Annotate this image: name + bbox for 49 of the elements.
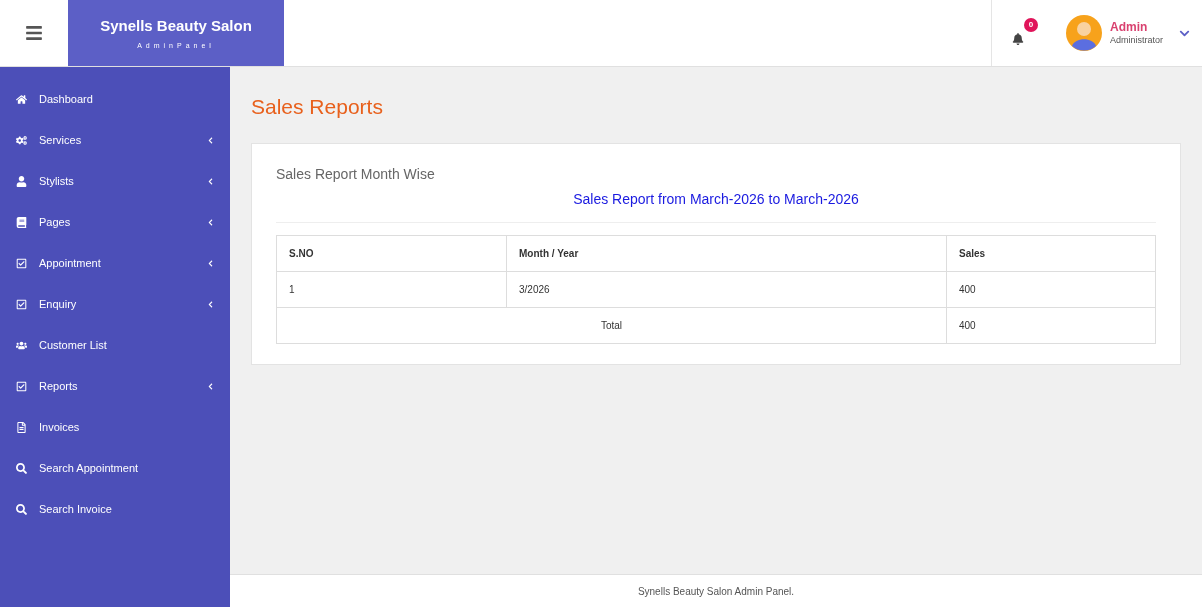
chevron-left-icon	[207, 301, 214, 308]
avatar-icon	[1066, 15, 1102, 51]
search-icon	[16, 463, 27, 474]
chevron-left-icon	[207, 260, 214, 267]
notification-count: 0	[1024, 18, 1038, 32]
chevron-left-icon	[207, 178, 214, 185]
book-icon	[16, 217, 27, 228]
column-header: Sales	[946, 235, 1156, 271]
total-value: 400	[946, 307, 1156, 343]
table-cell: 1	[276, 271, 507, 307]
sidebar-item[interactable]: Appointment	[0, 243, 230, 284]
table-cell: 3/2026	[506, 271, 947, 307]
checkbox-icon	[16, 381, 27, 392]
chevron-left-icon	[207, 137, 214, 144]
chevron-left-icon	[207, 219, 214, 226]
sidebar-item[interactable]: Customer List	[0, 325, 230, 366]
sidebar-item[interactable]: Services	[0, 120, 230, 161]
sidebar-item[interactable]: Stylists	[0, 161, 230, 202]
sidebar-item[interactable]: Invoices	[0, 407, 230, 448]
brand-title: Synells Beauty Salon	[100, 15, 252, 36]
checkbox-icon	[16, 299, 27, 310]
sidebar-item[interactable]: Reports	[0, 366, 230, 407]
gears-icon	[16, 135, 27, 146]
footer: Synells Beauty Salon Admin Panel.	[230, 574, 1202, 607]
total-label: Total	[276, 307, 947, 343]
search-icon	[16, 504, 27, 515]
report-subtitle: Sales Report from March-2026 to March-2026	[276, 188, 1156, 223]
checkbox-icon	[16, 258, 27, 269]
user-icon	[16, 176, 27, 187]
table-cell: 400	[946, 271, 1156, 307]
sidebar-item[interactable]: Search Invoice	[0, 489, 230, 530]
menu-icon	[25, 24, 43, 42]
page-title: Sales Reports	[251, 94, 384, 120]
document-icon	[16, 422, 27, 433]
sidebar-item[interactable]: Enquiry	[0, 284, 230, 325]
user-name: Admin	[1110, 19, 1148, 35]
notification-button[interactable]: 0	[1012, 18, 1038, 48]
chevron-left-icon	[207, 383, 214, 390]
sidebar-item[interactable]: Pages	[0, 202, 230, 243]
home-icon	[16, 94, 27, 105]
card-title: Sales Report Month Wise	[276, 164, 436, 184]
sidebar-item[interactable]: Dashboard	[0, 79, 230, 120]
user-menu[interactable]: Admin Administrator	[1066, 15, 1190, 51]
column-header: S.NO	[276, 235, 507, 271]
bell-icon	[1012, 33, 1024, 45]
sidebar-item[interactable]: Search Appointment	[0, 448, 230, 489]
column-header: Month / Year	[506, 235, 947, 271]
user-role: Administrator	[1110, 34, 1163, 47]
users-icon	[16, 340, 27, 351]
